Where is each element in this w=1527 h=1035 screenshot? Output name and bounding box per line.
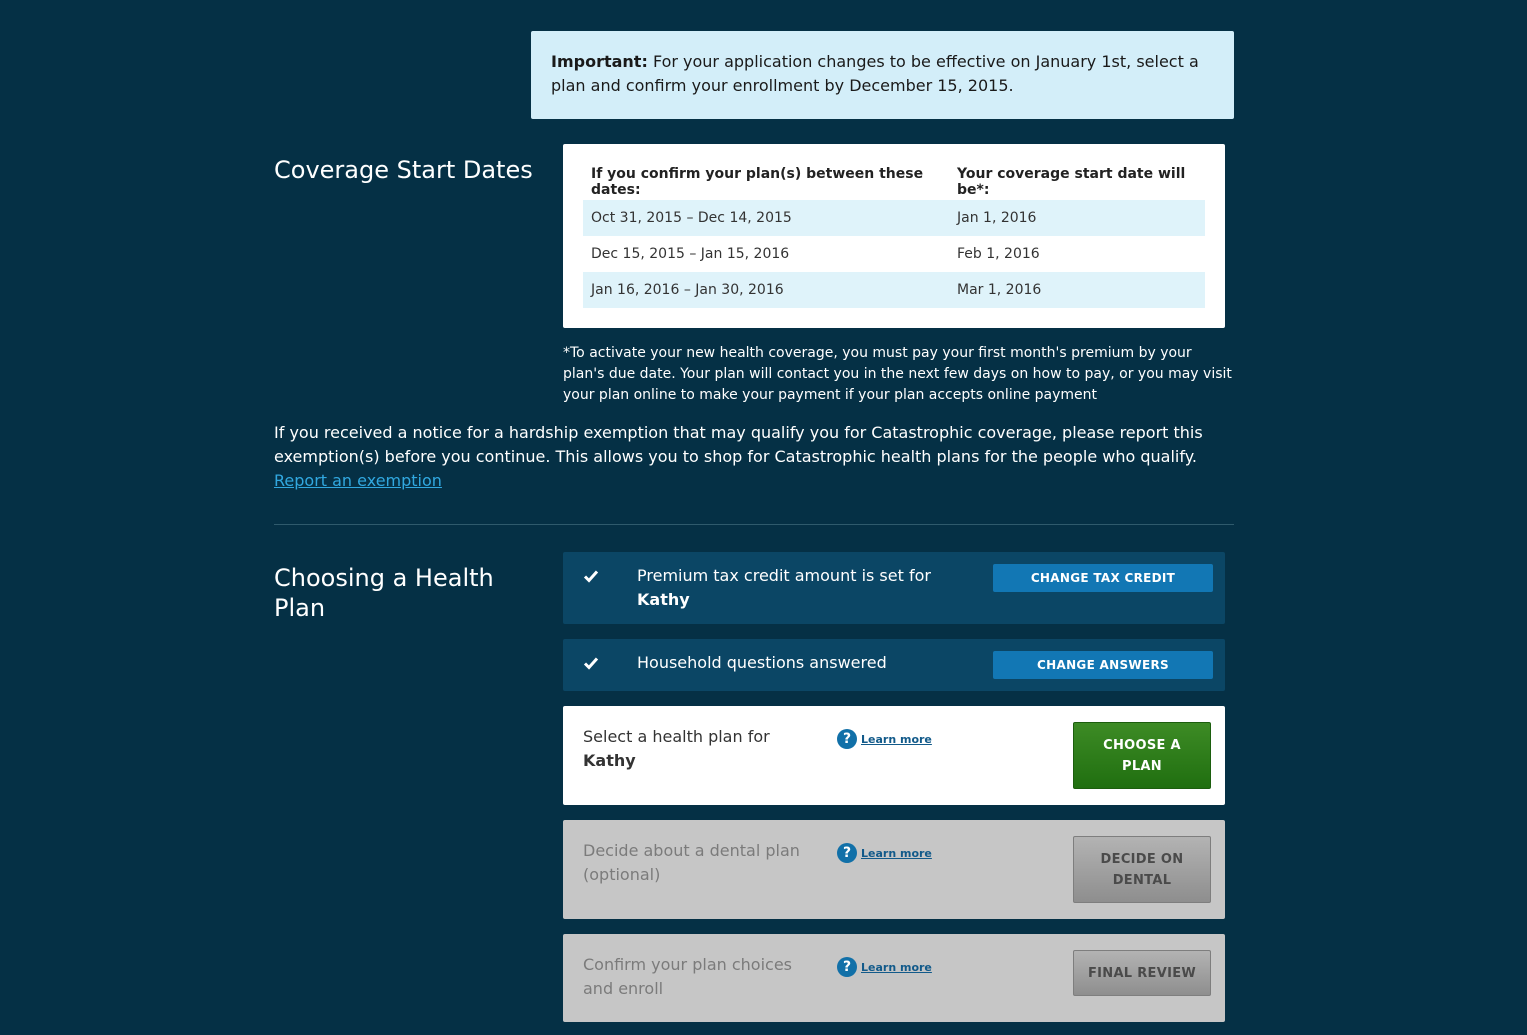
change-answers-button[interactable]: CHANGE ANSWERS	[993, 651, 1213, 679]
section-divider	[274, 524, 1234, 525]
confirm-enroll-card: Confirm your plan choices and enroll ? L…	[563, 934, 1225, 1022]
select-plan-label: Select a health plan for	[583, 727, 770, 746]
coverage-dates-card: If you confirm your plan(s) between thes…	[563, 144, 1225, 328]
table-row: Jan 16, 2016 – Jan 30, 2016 Mar 1, 2016	[583, 272, 1205, 308]
table-cell-start: Feb 1, 2016	[957, 246, 1040, 262]
final-review-button[interactable]: FINAL REVIEW	[1073, 950, 1211, 996]
important-notice: Important: For your application changes …	[531, 31, 1234, 119]
table-cell-range: Oct 31, 2015 – Dec 14, 2015	[583, 200, 949, 236]
table-cell-start: Mar 1, 2016	[949, 272, 1205, 308]
question-icon[interactable]: ?	[837, 957, 857, 977]
checkmark-icon	[583, 657, 599, 670]
choosing-plan-title: Choosing a Health Plan	[274, 564, 494, 622]
table-cell-range: Jan 16, 2016 – Jan 30, 2016	[583, 272, 949, 308]
tax-credit-text: Premium tax credit amount is set for	[637, 566, 931, 585]
table-cell-range: Dec 15, 2015 – Jan 15, 2016	[591, 246, 790, 262]
household-status-text: Household questions answered	[637, 653, 887, 672]
table-row: Dec 15, 2015 – Jan 15, 2016 Feb 1, 2016	[583, 236, 1205, 272]
select-plan-text: Select a health plan for Kathy	[583, 725, 823, 773]
dental-plan-text: Decide about a dental plan (optional)	[583, 841, 800, 884]
table-header-confirm-dates: If you confirm your plan(s) between thes…	[591, 166, 924, 198]
question-icon[interactable]: ?	[837, 843, 857, 863]
select-plan-card: Select a health plan for Kathy ? Learn m…	[563, 706, 1225, 805]
table-header-row: If you confirm your plan(s) between thes…	[583, 164, 1205, 200]
household-status-row: Household questions answered CHANGE ANSW…	[563, 639, 1225, 691]
learn-more-link[interactable]: Learn more	[861, 733, 932, 746]
tax-credit-person-name: Kathy	[637, 590, 690, 609]
notice-label: Important:	[551, 52, 648, 71]
select-plan-person-name: Kathy	[583, 751, 636, 770]
hardship-paragraph: If you received a notice for a hardship …	[274, 421, 1234, 493]
hardship-text: If you received a notice for a hardship …	[274, 423, 1203, 466]
change-tax-credit-button[interactable]: CHANGE TAX CREDIT	[993, 564, 1213, 592]
coverage-dates-table: If you confirm your plan(s) between thes…	[583, 164, 1205, 308]
decide-on-dental-button[interactable]: DECIDE ON DENTAL	[1073, 836, 1211, 903]
learn-more-group: ? Learn more	[837, 729, 932, 749]
tax-credit-status-text: Premium tax credit amount is set for Kat…	[637, 564, 931, 612]
tax-credit-status-row: Premium tax credit amount is set for Kat…	[563, 552, 1225, 624]
table-cell-start: Jan 1, 2016	[949, 200, 1205, 236]
table-row: Oct 31, 2015 – Dec 14, 2015 Jan 1, 2016	[583, 200, 1205, 236]
learn-more-group: ? Learn more	[837, 843, 932, 863]
learn-more-link[interactable]: Learn more	[861, 961, 932, 974]
learn-more-link[interactable]: Learn more	[861, 847, 932, 860]
coverage-footnote: *To activate your new health coverage, y…	[563, 345, 1232, 403]
report-exemption-link[interactable]: Report an exemption	[274, 471, 442, 490]
dental-plan-card: Decide about a dental plan (optional) ? …	[563, 820, 1225, 919]
coverage-title: Coverage Start Dates	[274, 156, 533, 184]
choose-a-plan-button[interactable]: CHOOSE A PLAN	[1073, 722, 1211, 789]
notice-text: For your application changes to be effec…	[551, 52, 1199, 95]
question-icon[interactable]: ?	[837, 729, 857, 749]
confirm-enroll-text: Confirm your plan choices and enroll	[583, 955, 792, 998]
table-header-start-date: Your coverage start date will be*:	[957, 166, 1186, 198]
learn-more-group: ? Learn more	[837, 957, 932, 977]
checkmark-icon	[583, 570, 599, 583]
